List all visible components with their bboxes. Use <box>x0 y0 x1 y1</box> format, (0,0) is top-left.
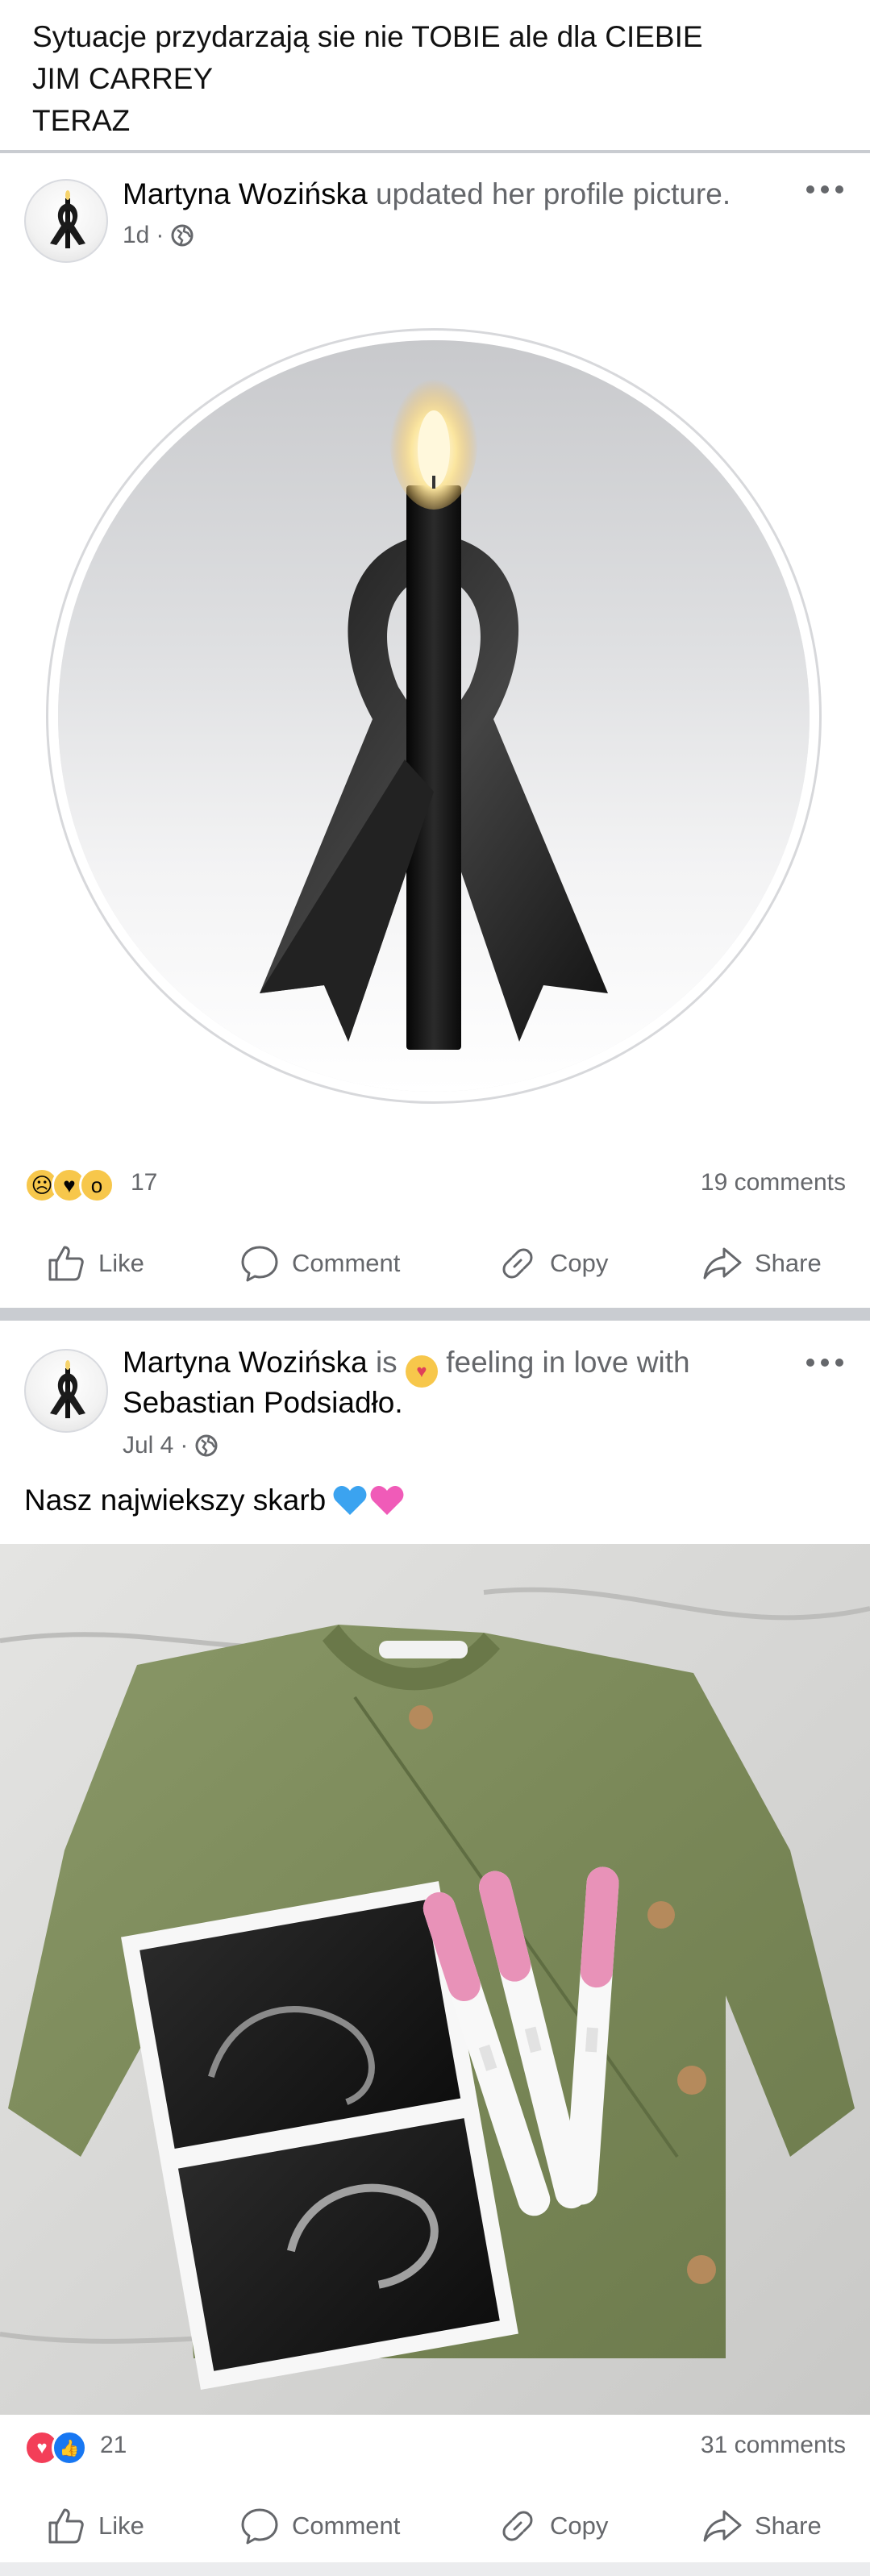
meta-separator: · <box>156 222 164 248</box>
post2-reactions-summary[interactable]: ♥ 👍 21 31 comments <box>0 2424 870 2472</box>
pink-heart-icon <box>370 1486 404 1515</box>
profile-picture-area[interactable] <box>0 282 870 1113</box>
more-options-button[interactable] <box>801 1350 849 1375</box>
like-button[interactable]: Like <box>45 1227 144 1300</box>
globe-icon <box>195 1434 218 1457</box>
post2-meta: Jul 4 · <box>123 1429 219 1462</box>
share-arrow-icon <box>703 2510 742 2542</box>
in-love-emoji-icon: ♥ <box>405 1355 438 1388</box>
share-arrow-icon <box>703 1247 742 1280</box>
link-icon <box>502 2511 533 2541</box>
comment-label: Comment <box>292 2511 401 2540</box>
copy-label: Copy <box>550 1249 609 1277</box>
comment-label: Comment <box>292 1249 401 1277</box>
globe-icon <box>171 224 194 247</box>
reaction-icons: ☹ ♥ o <box>24 1167 114 1203</box>
post2-action-bar: Like Comment Copy Share <box>0 2490 870 2562</box>
comment-bubble-icon <box>241 2508 278 2545</box>
quote-line-3: TERAZ <box>32 104 131 137</box>
link-icon <box>502 1248 533 1279</box>
more-options-button[interactable] <box>801 177 849 202</box>
mourning-ribbon-icon <box>50 190 85 248</box>
author-name[interactable]: Martyna Wozińska <box>123 1346 368 1379</box>
candle-ribbon-image <box>260 364 608 1050</box>
post1-header: Martyna Wozińska updated her profile pic… <box>0 161 870 274</box>
comment-bubble-icon <box>241 1246 278 1282</box>
post1-reactions-summary[interactable]: ☹ ♥ o 17 19 comments <box>0 1161 870 1209</box>
reaction-count: 21 <box>100 2432 127 2458</box>
share-label: Share <box>755 1249 822 1277</box>
post2-caption: Nasz najwiekszy skarb <box>24 1484 405 1517</box>
reaction-icons: ♥ 👍 <box>24 2430 87 2466</box>
wow-react-icon: o <box>79 1167 114 1203</box>
avatar[interactable] <box>24 1349 108 1433</box>
quote-line-2: JIM CARREY <box>32 62 214 95</box>
like-label: Like <box>98 2511 144 2540</box>
thumbs-up-icon <box>48 2508 84 2544</box>
post1-action-bar: Like Comment Copy Share <box>0 1227 870 1300</box>
post1-meta: 1d · <box>123 219 194 252</box>
post2-header: Martyna Wozińska is ♥ feeling in love wi… <box>0 1334 870 1459</box>
divider <box>0 150 870 153</box>
is-text: is <box>375 1346 398 1379</box>
share-button[interactable]: Share <box>701 2490 822 2562</box>
dot-icon <box>806 1359 814 1367</box>
copy-button[interactable]: Copy <box>497 1227 608 1300</box>
feeling-text: feeling in love with <box>446 1346 690 1379</box>
avatar[interactable] <box>24 179 108 263</box>
blue-heart-icon <box>333 1486 367 1515</box>
post2-title-line1: Martyna Wozińska is ♥ feeling in love wi… <box>123 1344 690 1388</box>
like-button[interactable]: Like <box>45 2490 144 2562</box>
post2-photo[interactable] <box>0 1544 870 2415</box>
post-action-text: updated her profile picture. <box>375 177 731 210</box>
like-react-icon: 👍 <box>52 2430 87 2466</box>
caption-text: Nasz najwiekszy skarb <box>24 1484 327 1517</box>
shared-quote-text: Sytuacje przydarzają sie nie TOBIE ale d… <box>0 0 870 150</box>
copy-button[interactable]: Copy <box>497 2490 608 2562</box>
thumbs-up-icon <box>48 1246 84 1281</box>
dot-icon <box>806 185 814 194</box>
profile-picture[interactable] <box>58 340 810 1092</box>
dot-icon <box>835 1359 843 1367</box>
tagged-end: . <box>394 1386 403 1419</box>
reaction-count: 17 <box>131 1169 158 1196</box>
author-name[interactable]: Martyna Wozińska <box>123 177 368 210</box>
dot-icon <box>821 185 829 194</box>
share-label: Share <box>755 2511 822 2540</box>
post-time[interactable]: 1d <box>123 219 149 252</box>
share-button[interactable]: Share <box>701 1227 822 1300</box>
post2-title-line2: Sebastian Podsiadło. <box>123 1384 403 1421</box>
like-label: Like <box>98 1249 144 1277</box>
mourning-ribbon-icon <box>50 1360 85 1418</box>
tagged-person[interactable]: Sebastian Podsiadło <box>123 1386 394 1419</box>
meta-separator: · <box>180 1432 189 1459</box>
copy-label: Copy <box>550 2511 609 2540</box>
comments-count[interactable]: 31 comments <box>701 2432 846 2459</box>
dot-icon <box>821 1359 829 1367</box>
post-divider <box>0 1308 870 1321</box>
quote-line-1: Sytuacje przydarzają sie nie TOBIE ale d… <box>32 20 703 53</box>
post1-title: Martyna Wozińska updated her profile pic… <box>123 176 731 213</box>
comments-count[interactable]: 19 comments <box>701 1169 846 1196</box>
dot-icon <box>835 185 843 194</box>
comment-button[interactable]: Comment <box>239 2490 400 2562</box>
post-time[interactable]: Jul 4 <box>123 1429 173 1462</box>
bottom-divider <box>0 2562 870 2576</box>
baby-sweater-ultrasound-image <box>0 1544 870 2415</box>
comment-button[interactable]: Comment <box>239 1227 400 1300</box>
